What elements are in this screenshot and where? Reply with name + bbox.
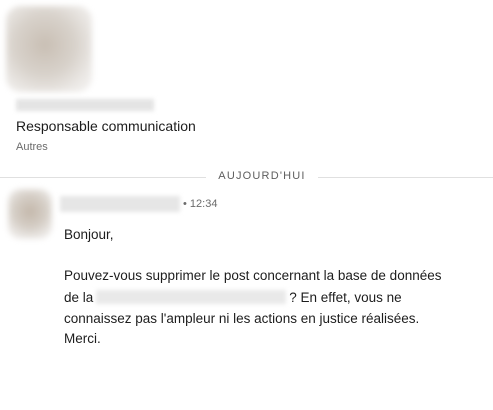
profile-category: Autres [16, 141, 48, 153]
message-line-2: de la ? En effet, vous ne [64, 290, 402, 305]
date-divider-line-right [318, 177, 493, 178]
sender-avatar[interactable] [8, 189, 52, 239]
message-line-1: Pouvez-vous supprimer le post concernant… [64, 268, 442, 283]
profile-avatar[interactable] [6, 6, 92, 92]
conversation-panel: Responsable communication Autres AUJOURD… [0, 0, 493, 410]
date-divider-line-left [0, 177, 206, 178]
profile-name-redacted[interactable] [16, 99, 154, 111]
message-line-2-prefix: de la [64, 290, 94, 305]
message-line-4: Merci. [64, 331, 101, 346]
date-divider-label: AUJOURD'HUI [218, 170, 306, 182]
message-line-3: connaissez pas l'ampleur ni les actions … [64, 311, 420, 326]
redacted-entity [96, 290, 287, 304]
message-line-2-suffix: ? En effet, vous ne [289, 290, 402, 305]
message-greeting: Bonjour, [64, 227, 114, 242]
sender-name-redacted[interactable] [60, 196, 180, 212]
message-timestamp: • 12:34 [183, 198, 218, 210]
profile-headline: Responsable communication [16, 118, 196, 134]
